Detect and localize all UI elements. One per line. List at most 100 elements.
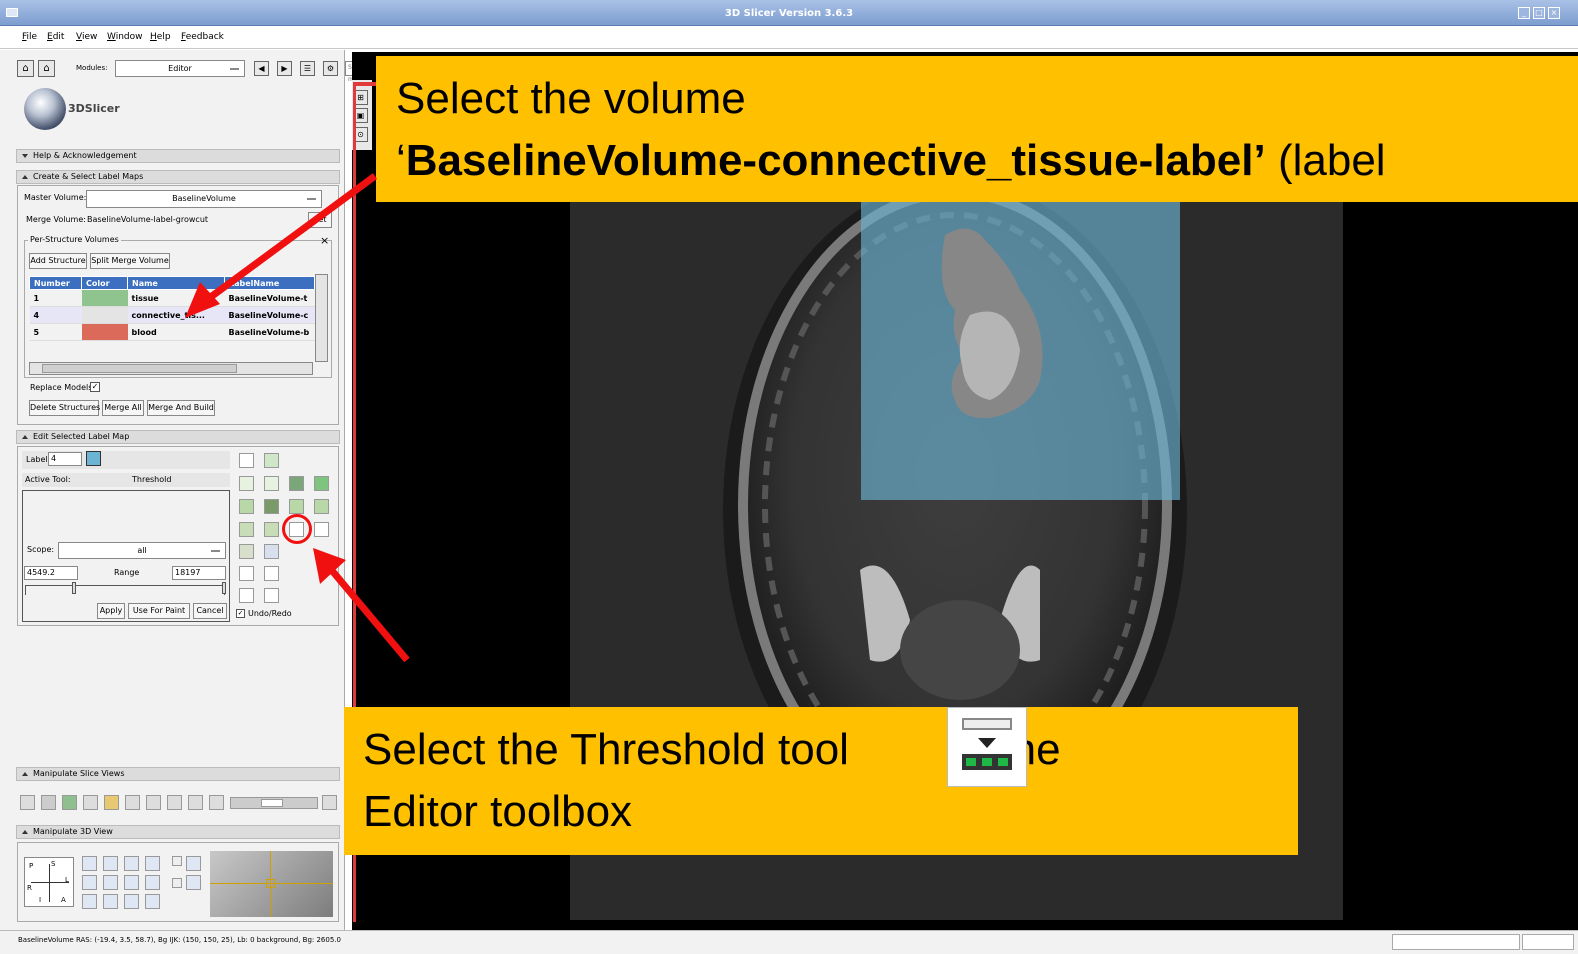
section-create-select[interactable]: Create & Select Label Maps	[16, 170, 340, 184]
layout-icon[interactable]	[41, 795, 56, 810]
menu-view[interactable]: View	[76, 32, 97, 42]
section-3d-view[interactable]: Manipulate 3D View	[16, 825, 340, 839]
spin-icon[interactable]	[82, 894, 97, 909]
prev-fiducial-icon[interactable]	[264, 566, 279, 581]
maximize-icon[interactable]: □	[1533, 7, 1545, 19]
erode-label-icon[interactable]	[239, 522, 254, 537]
slice-view-settings-icon[interactable]	[322, 795, 337, 810]
next-fiducial-icon[interactable]	[239, 566, 254, 581]
row-labelname: BaselineVolume-c	[224, 306, 315, 324]
pointer-tool-icon[interactable]	[239, 453, 254, 468]
label-color-swatch[interactable]	[86, 451, 101, 466]
annotation-icon[interactable]	[83, 795, 98, 810]
undo-icon[interactable]	[239, 588, 254, 603]
crosshair-icon[interactable]	[125, 795, 140, 810]
rotate-ccw-icon[interactable]	[82, 875, 97, 890]
menu-window[interactable]: Window	[107, 32, 143, 42]
module-settings-icon[interactable]: ⚙	[323, 61, 338, 76]
projection-icon[interactable]	[186, 875, 201, 890]
dilate-label-icon[interactable]	[264, 522, 279, 537]
col-number[interactable]: Number	[29, 276, 82, 290]
color-picker-icon[interactable]	[264, 453, 279, 468]
load-icon[interactable]: ⌂	[17, 60, 34, 77]
rectangle-tool-icon[interactable]	[314, 476, 329, 491]
col-name[interactable]: Name	[127, 276, 225, 290]
scope-select[interactable]: all	[58, 542, 226, 559]
fit-slices-icon[interactable]	[20, 795, 35, 810]
label-outline-icon[interactable]	[104, 795, 119, 810]
paint-tool-icon[interactable]	[239, 476, 254, 491]
view-front-icon[interactable]	[124, 856, 139, 871]
merge-all-button[interactable]: Merge All	[102, 400, 144, 416]
fade-slider[interactable]	[230, 797, 318, 809]
use-for-paint-button[interactable]: Use For Paint	[128, 603, 190, 619]
screenshot-icon[interactable]	[209, 795, 224, 810]
menu-file[interactable]: File	[22, 32, 37, 42]
table-horizontal-scrollbar[interactable]	[29, 362, 313, 375]
forward-arrow-icon[interactable]: ▶	[277, 61, 292, 76]
replace-models-checkbox[interactable]: ✓	[90, 382, 100, 392]
level-tracing-icon[interactable]	[289, 476, 304, 491]
minimize-icon[interactable]: _	[1518, 7, 1530, 19]
axis-icon[interactable]	[186, 856, 201, 871]
stereo-icon[interactable]	[103, 894, 118, 909]
back-arrow-icon[interactable]: ◀	[254, 61, 269, 76]
row-color-swatch	[81, 306, 128, 324]
menu-help[interactable]: Help	[150, 32, 171, 42]
change-label-icon[interactable]	[314, 522, 329, 537]
table-row[interactable]: 5 blood BaselineVolume-b	[29, 323, 315, 341]
menu-feedback[interactable]: Feedback	[181, 32, 224, 42]
apply-button[interactable]: Apply	[97, 603, 125, 619]
box-toggle-checkbox[interactable]	[172, 856, 182, 866]
visibility-icon[interactable]	[124, 894, 139, 909]
table-row[interactable]: 4 connective_tis... BaselineVolume-c	[29, 306, 315, 324]
section-edit-label-map[interactable]: Edit Selected Label Map	[16, 430, 340, 444]
grid-icon[interactable]	[146, 795, 161, 810]
merge-and-build-button[interactable]: Merge And Build	[147, 400, 215, 416]
change-island-icon[interactable]	[264, 499, 279, 514]
close-per-structure-icon[interactable]: ×	[320, 234, 329, 247]
rotate-icon[interactable]	[82, 856, 97, 871]
cancel-button[interactable]: Cancel	[193, 603, 227, 619]
camera-icon[interactable]	[124, 875, 139, 890]
range-max-input[interactable]: 18197	[172, 566, 226, 580]
fg-toggle-icon[interactable]	[62, 795, 77, 810]
label-value-spinbox[interactable]: 4	[48, 452, 82, 466]
spatial-units-icon[interactable]	[167, 795, 182, 810]
make-model-icon[interactable]	[239, 544, 254, 559]
set-merge-button[interactable]: Set	[308, 212, 332, 228]
module-list-icon[interactable]: ☰	[300, 61, 315, 76]
section-help[interactable]: Help & Acknowledgement	[16, 149, 340, 163]
undo-redo-checkbox[interactable]: ✓	[236, 609, 245, 618]
section-slice-views[interactable]: Manipulate Slice Views	[16, 767, 340, 781]
zoom-out-icon[interactable]	[145, 875, 160, 890]
delete-structures-button[interactable]: Delete Structures	[29, 400, 100, 416]
orientation-widget[interactable]: P S R L I A	[24, 857, 74, 907]
module-selector[interactable]: Editor	[115, 60, 245, 77]
fit-view-icon[interactable]	[103, 875, 118, 890]
callout-top-quote: ‘	[396, 136, 406, 185]
grow-cut-icon[interactable]	[264, 544, 279, 559]
add-structure-button[interactable]: Add Structure	[29, 253, 87, 269]
render-mode-icon[interactable]	[145, 894, 160, 909]
draw-tool-icon[interactable]	[264, 476, 279, 491]
identify-islands-icon[interactable]	[239, 499, 254, 514]
save-island-icon[interactable]	[314, 499, 329, 514]
compare-icon[interactable]	[188, 795, 203, 810]
remove-islands-icon[interactable]	[289, 499, 304, 514]
close-icon[interactable]: ×	[1548, 7, 1560, 19]
menu-edit[interactable]: Edit	[47, 32, 64, 42]
table-vertical-scrollbar[interactable]	[315, 274, 328, 362]
split-merge-button[interactable]: Split Merge Volume	[90, 253, 170, 269]
redo-icon[interactable]	[264, 588, 279, 603]
label-toggle-checkbox[interactable]	[172, 878, 182, 888]
table-row[interactable]: 1 tissue BaselineVolume-t	[29, 289, 315, 307]
range-slider[interactable]	[25, 582, 226, 595]
col-labelname[interactable]: LabelName	[224, 276, 315, 290]
range-min-input[interactable]: 4549.2	[24, 566, 78, 580]
master-volume-select[interactable]: BaselineVolume	[86, 190, 322, 208]
pan-icon[interactable]	[103, 856, 118, 871]
save-icon[interactable]: ⌂	[38, 60, 55, 77]
col-color[interactable]: Color	[81, 276, 128, 290]
zoom-in-icon[interactable]	[145, 856, 160, 871]
